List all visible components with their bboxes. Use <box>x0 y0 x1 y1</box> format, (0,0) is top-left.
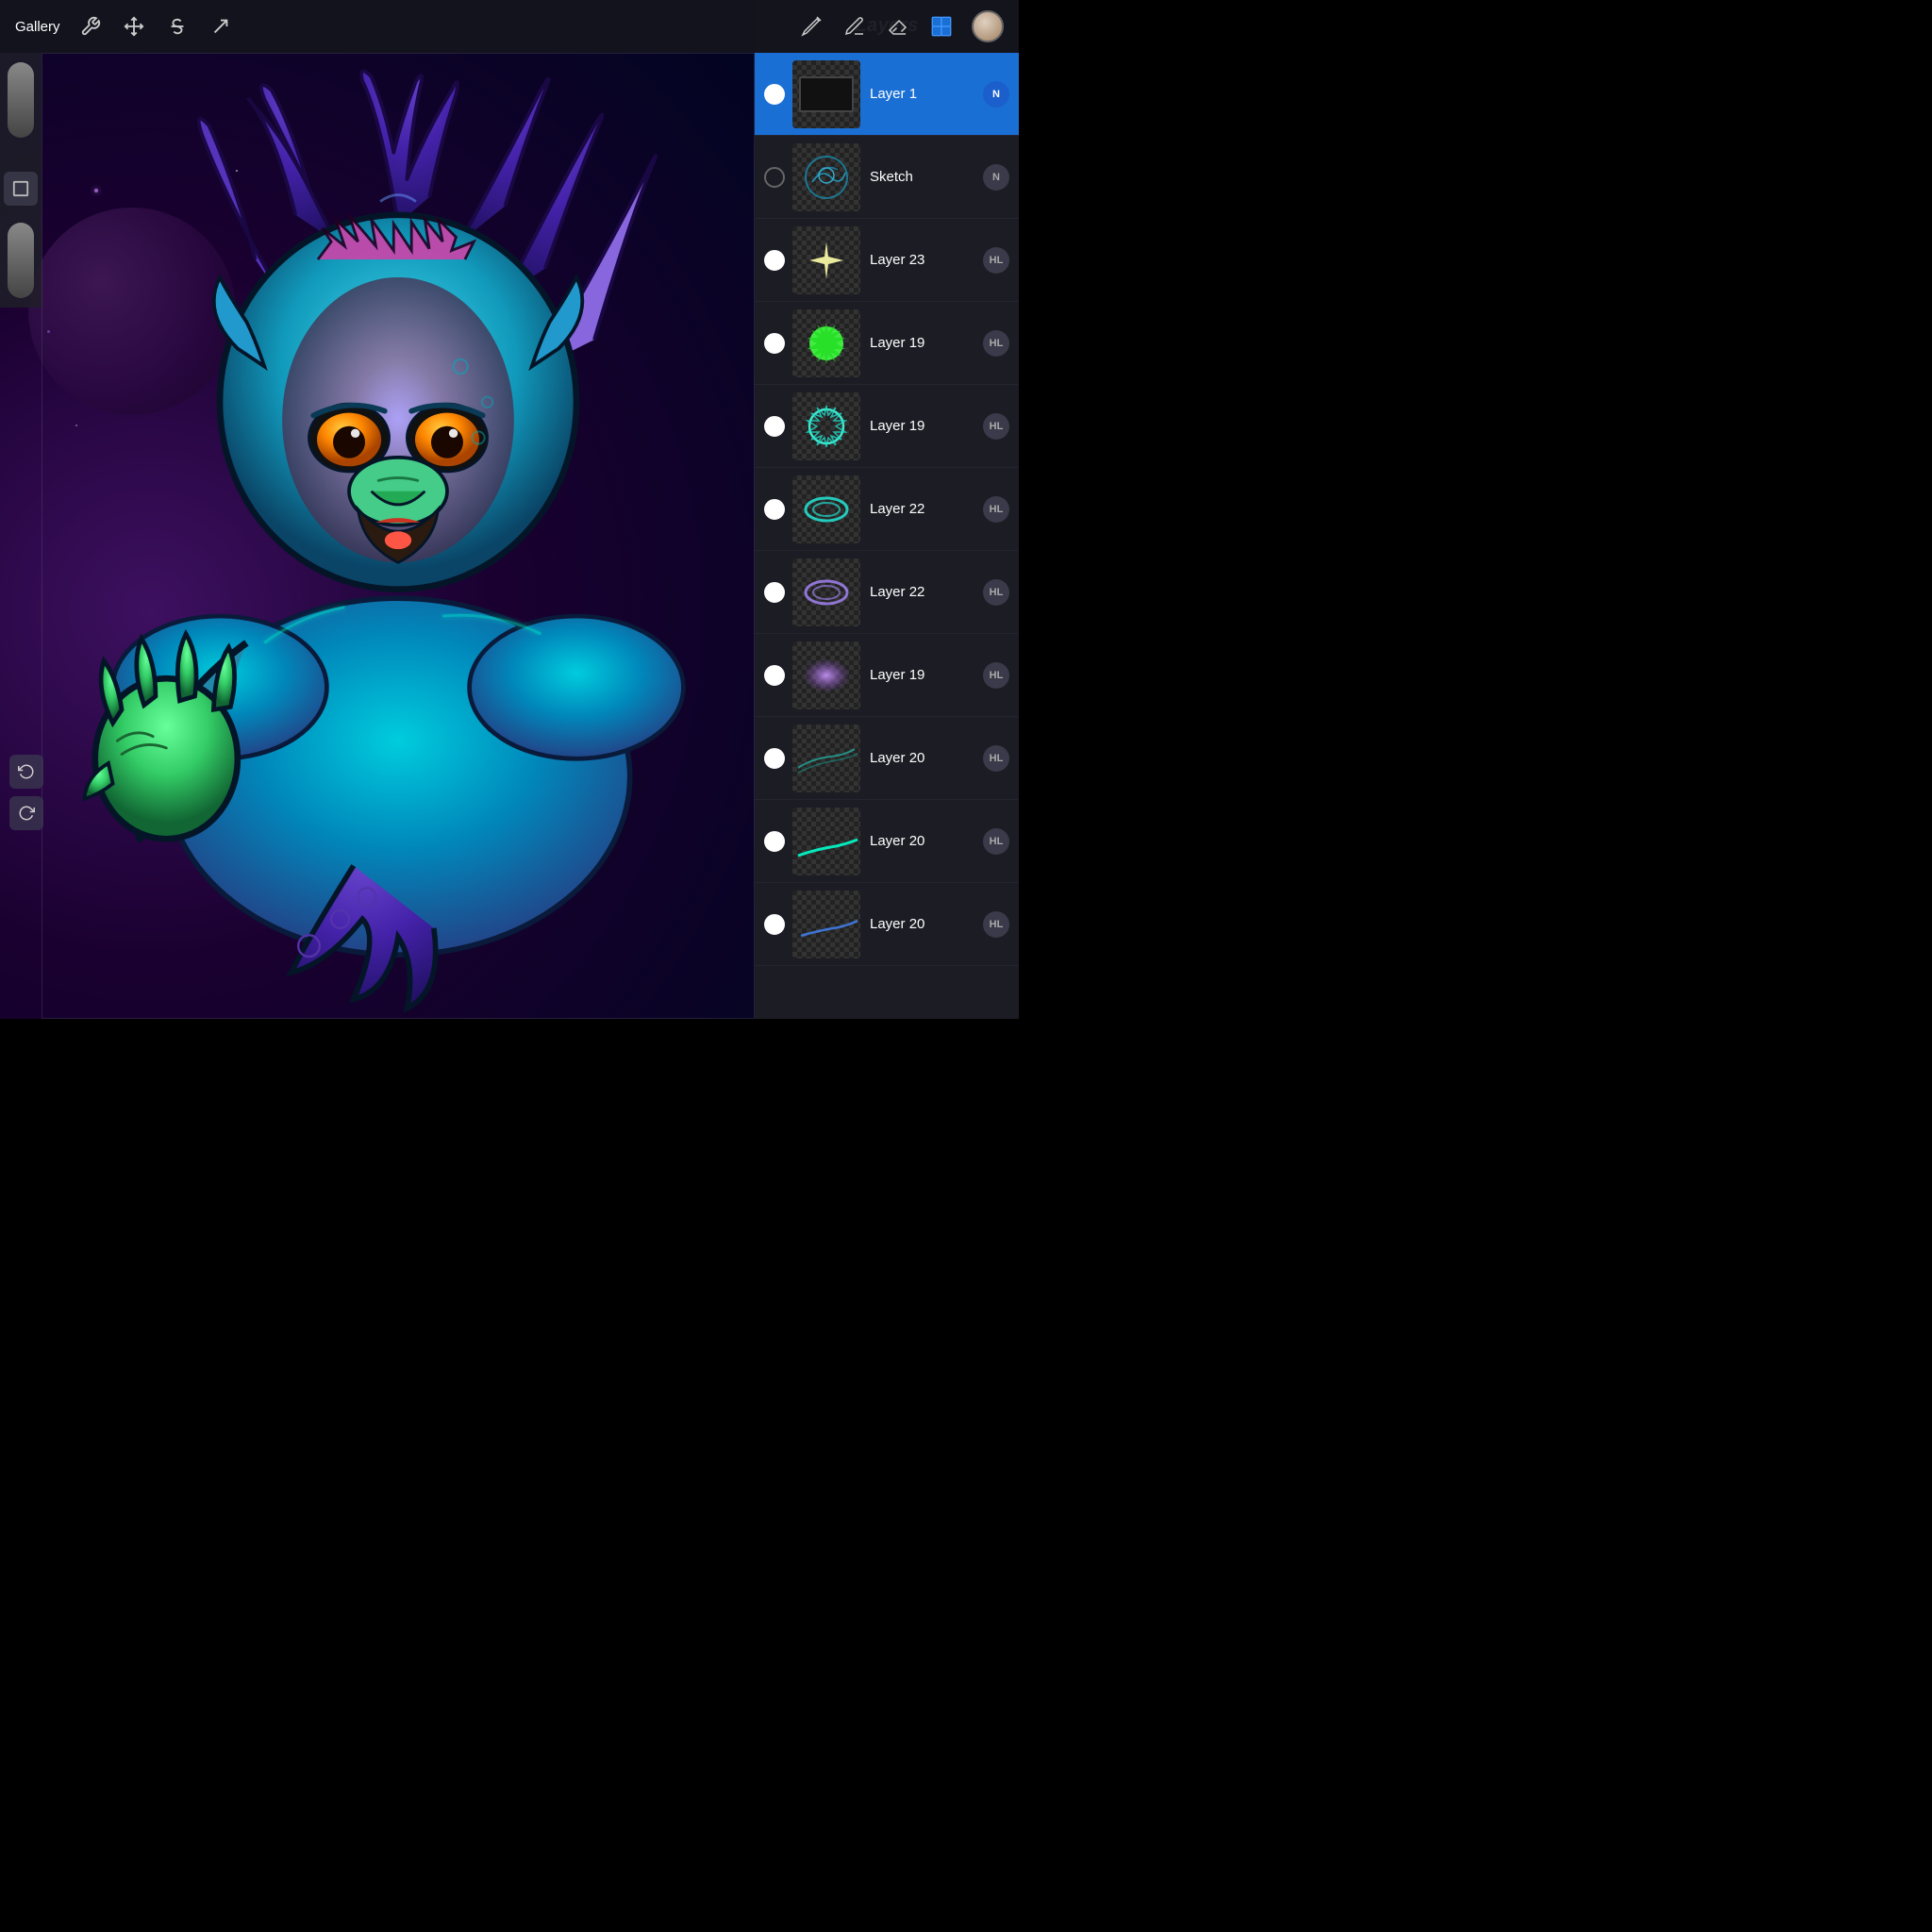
layer-name: Layer 19 <box>870 418 983 434</box>
undo-button[interactable] <box>9 755 43 789</box>
layer-name: Sketch <box>870 169 983 185</box>
layer-thumbnail <box>792 475 860 543</box>
strikethrough-icon[interactable] <box>164 13 191 40</box>
layer-visibility-toggle[interactable] <box>764 831 785 852</box>
redo-button[interactable] <box>9 796 43 830</box>
layer-name: Layer 22 <box>870 501 983 517</box>
square-frame-tool[interactable] <box>4 172 38 206</box>
layer-item[interactable]: Sketch N <box>755 136 1019 219</box>
modify-icon[interactable] <box>121 13 147 40</box>
layer-visibility-toggle[interactable] <box>764 665 785 686</box>
layers-list: Layer 1 N Sketch N <box>755 53 1019 1019</box>
layer-item[interactable]: Layer 23 HL <box>755 219 1019 302</box>
undo-redo-controls <box>9 755 43 830</box>
layer-visibility-toggle[interactable] <box>764 499 785 520</box>
toolbar-left: Gallery <box>15 13 234 40</box>
layer-blend-mode-badge[interactable]: N <box>983 164 1009 191</box>
layer-thumbnail <box>792 60 860 128</box>
layer-item[interactable]: Layer 20 HL <box>755 883 1019 966</box>
layer-item[interactable]: Layer 19 HL <box>755 302 1019 385</box>
layer-name: Layer 20 <box>870 750 983 766</box>
opacity-slider[interactable] <box>8 223 34 298</box>
layer-blend-mode-badge[interactable]: HL <box>983 828 1009 855</box>
side-tools <box>0 53 42 308</box>
layer-item[interactable]: Layer 19 HL <box>755 634 1019 717</box>
canvas-area[interactable] <box>0 0 755 1019</box>
layer-thumbnail <box>792 558 860 626</box>
layer-name: Layer 19 <box>870 667 983 683</box>
pen-icon[interactable] <box>841 13 868 40</box>
wrench-icon[interactable] <box>77 13 104 40</box>
layer-item[interactable]: Layer 22 HL <box>755 468 1019 551</box>
gallery-button[interactable]: Gallery <box>15 19 60 35</box>
toolbar: Gallery <box>0 0 1019 53</box>
pencil-icon[interactable] <box>798 13 824 40</box>
layer-item[interactable]: Layer 20 HL <box>755 717 1019 800</box>
layer-blend-mode-badge[interactable]: HL <box>983 745 1009 772</box>
avatar[interactable] <box>972 10 1004 42</box>
layer-visibility-toggle[interactable] <box>764 167 785 188</box>
layer-blend-mode-badge[interactable]: HL <box>983 496 1009 523</box>
layer-item[interactable]: Layer 1 N <box>755 53 1019 136</box>
canvas-frame <box>42 53 755 1019</box>
layers-stack-icon[interactable] <box>928 13 955 40</box>
layer-thumbnail <box>792 808 860 875</box>
layer-item[interactable]: Layer 20 HL <box>755 800 1019 883</box>
layer-blend-mode-badge[interactable]: HL <box>983 662 1009 689</box>
layer-thumbnail <box>792 143 860 211</box>
layer-name: Layer 22 <box>870 584 983 600</box>
layer-blend-mode-badge[interactable]: HL <box>983 330 1009 357</box>
layer-thumbnail <box>792 392 860 460</box>
layer-visibility-toggle[interactable] <box>764 582 785 603</box>
layers-panel: Layers + Layer 1 N <box>755 0 1019 1019</box>
layer-visibility-toggle[interactable] <box>764 84 785 105</box>
layer-name: Layer 1 <box>870 86 983 102</box>
layer-blend-mode-badge[interactable]: HL <box>983 413 1009 440</box>
layer-thumbnail <box>792 891 860 958</box>
layer-visibility-toggle[interactable] <box>764 914 785 935</box>
toolbar-right <box>798 10 1004 42</box>
gallery-label: Gallery <box>15 19 60 35</box>
layer-item[interactable]: Layer 19 HL <box>755 385 1019 468</box>
layer-visibility-toggle[interactable] <box>764 333 785 354</box>
arrow-icon[interactable] <box>208 13 234 40</box>
layer-blend-mode-badge[interactable]: HL <box>983 579 1009 606</box>
layer-name: Layer 23 <box>870 252 983 268</box>
layer-visibility-toggle[interactable] <box>764 250 785 271</box>
layer-item[interactable]: Layer 22 HL <box>755 551 1019 634</box>
layer-visibility-toggle[interactable] <box>764 748 785 769</box>
layer-blend-mode-badge[interactable]: HL <box>983 911 1009 938</box>
brush-size-slider[interactable] <box>8 62 34 138</box>
layer-name: Layer 20 <box>870 916 983 932</box>
layer-name: Layer 20 <box>870 833 983 849</box>
layer-name: Layer 19 <box>870 335 983 351</box>
layer-thumbnail <box>792 641 860 709</box>
layer-thumbnail <box>792 226 860 294</box>
layer-blend-mode-badge[interactable]: N <box>983 81 1009 108</box>
layer-thumbnail <box>792 309 860 377</box>
layer-thumbnail <box>792 724 860 792</box>
layer-blend-mode-badge[interactable]: HL <box>983 247 1009 274</box>
layer-visibility-toggle[interactable] <box>764 416 785 437</box>
eraser-icon[interactable] <box>885 13 911 40</box>
